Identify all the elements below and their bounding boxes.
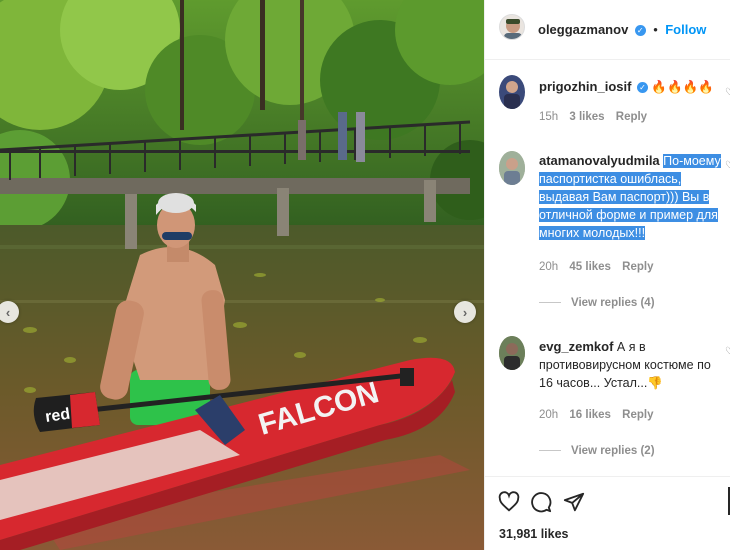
next-photo-button[interactable]: › [454,301,476,323]
view-replies-button[interactable]: View replies (2) [539,445,655,457]
comment-time[interactable]: 20h [539,409,558,421]
comment-text-line: отличной форме и пример для [539,208,718,222]
comment-text-line: противовирусном костюме по [539,358,711,372]
comment-username[interactable]: prigozhin_iosif [539,79,631,94]
post-header: oleggazmanov ✓ • Follow [485,0,730,60]
view-replies-label: View replies (2) [571,445,655,457]
comment-text-line: многих молодых!!! [539,226,646,240]
commenter-avatar[interactable] [499,151,525,185]
post-side-panel: oleggazmanov ✓ • Follow prigozhin_iosif … [484,0,730,550]
comment-text-line: По-моему [663,154,721,168]
view-replies-line [539,302,561,304]
verified-badge-icon: ✓ [634,25,646,36]
comment-item: atamanovalyudmila По-моему паспортистка … [485,150,730,320]
paddle-logo-text: red [44,406,71,426]
comment-likes[interactable]: 45 likes [569,261,611,273]
comment-time[interactable]: 20h [539,261,558,273]
commenter-avatar-image [504,81,520,109]
like-comment-heart-icon[interactable]: ♡ [725,87,730,98]
likes-count[interactable]: 31,981 likes [499,527,569,541]
comment-likes[interactable]: 3 likes [569,111,604,123]
comment-likes[interactable]: 16 likes [569,409,611,421]
commenter-avatar[interactable] [499,336,525,370]
post-photo[interactable]: red FALCON ‹ › [0,0,484,550]
follow-button[interactable]: Follow [665,22,706,37]
author-avatar[interactable] [499,14,525,40]
comment-username[interactable]: evg_zemkof [539,339,613,354]
comment-text: 🔥🔥🔥🔥 [651,80,714,94]
view-replies-label: View replies (4) [571,297,655,309]
like-comment-heart-icon[interactable]: ♡ [725,346,730,357]
reply-button[interactable]: Reply [622,409,653,421]
reply-button[interactable]: Reply [622,261,653,273]
commenter-avatar-image [499,151,525,185]
verified-badge-icon: ✓ [636,82,648,93]
commenter-avatar[interactable] [499,75,525,109]
separator-dot: • [653,22,658,37]
reply-button[interactable]: Reply [616,111,647,123]
comment-icon[interactable] [530,491,552,518]
view-replies-line [539,450,561,452]
commenter-avatar-image [499,336,525,370]
photo-scene: red FALCON [0,0,484,550]
chevron-right-icon: › [462,304,468,320]
comment-time[interactable]: 15h [539,111,558,123]
comment-text-line: выдавая Вам паспорт))) Вы в [539,190,710,204]
chevron-left-icon: ‹ [5,304,11,320]
comment-text-line: паспортистка ошиблась, [539,172,682,186]
comment-item: evg_zemkof А я в противовирусном костюме… [485,336,730,466]
comment-text-line: А я в [616,340,646,354]
comment-username[interactable]: atamanovalyudmila [539,153,660,168]
author-avatar-image [504,19,522,39]
share-icon[interactable] [563,491,585,518]
comment-text-line: 16 часов... Устал...👎 [539,376,663,390]
heart-icon[interactable] [498,491,520,518]
view-replies-button[interactable]: View replies (4) [539,297,655,309]
like-comment-heart-icon[interactable]: ♡ [725,160,730,171]
author-username[interactable]: oleggazmanov [538,22,628,37]
comment-item: prigozhin_iosif ✓ 🔥🔥🔥🔥 15h 3 likes Reply… [485,72,730,132]
